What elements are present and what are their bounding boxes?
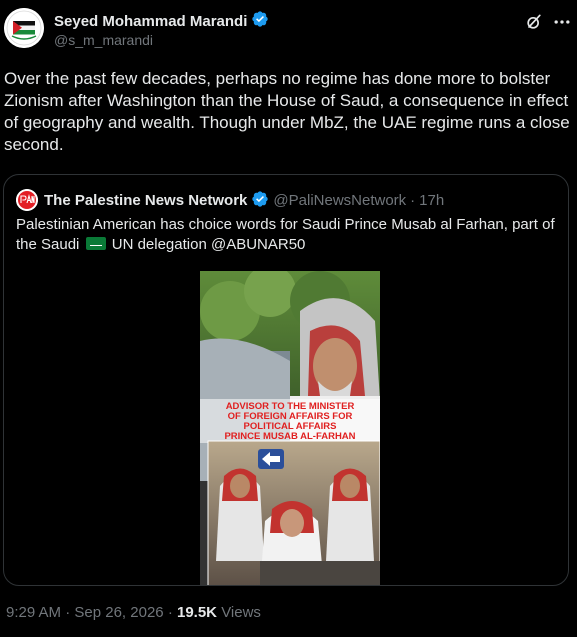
quoted-author-name[interactable]: The Palestine News Network <box>44 192 247 209</box>
author-name-row: Seyed Mohammad Marandi <box>54 10 269 33</box>
more-options-icon[interactable] <box>552 12 572 32</box>
author-avatar[interactable] <box>4 8 44 48</box>
video-frame: ADVISOR TO THE MINISTER OF FOREIGN AFFAI… <box>200 271 380 585</box>
verified-badge-icon <box>251 10 269 33</box>
quoted-separator: · <box>410 191 416 209</box>
saudi-flag-emoji-icon <box>85 237 106 250</box>
meta-separator: · <box>65 604 71 621</box>
views-count: 19.5K <box>176 604 218 621</box>
quoted-author-avatar[interactable] <box>16 189 38 211</box>
tweet-date[interactable]: Sep 26, 2026 <box>74 604 163 621</box>
quoted-tweet-header: The Palestine News Network @PaliNewsNetw… <box>16 189 444 211</box>
quoted-tweet[interactable]: The Palestine News Network @PaliNewsNetw… <box>3 174 569 586</box>
quoted-timestamp[interactable]: 17h <box>419 192 444 209</box>
quoted-video[interactable]: ADVISOR TO THE MINISTER OF FOREIGN AFFAI… <box>200 271 380 585</box>
quoted-author-handle: @PaliNewsNetwork <box>273 191 407 209</box>
author-display-name[interactable]: Seyed Mohammad Marandi <box>54 13 247 30</box>
video-caption-line-4: PRINCE MUSAB AL-FARHAN <box>224 431 355 442</box>
author-handle[interactable]: @s_m_marandi <box>54 32 153 48</box>
tweet-text: Over the past few decades, perhaps no re… <box>4 69 570 154</box>
meta-separator-2: · <box>167 604 173 621</box>
tweet: Seyed Mohammad Marandi @s_m_marandi Over… <box>0 0 577 637</box>
views-label: Views <box>221 604 261 621</box>
grok-icon[interactable] <box>524 12 544 32</box>
quoted-verified-badge-icon <box>251 190 269 210</box>
tweet-meta: 9:29 AM · Sep 26, 2026 · 19.5K Views <box>6 604 261 621</box>
quoted-tweet-text: Palestinian American has choice words fo… <box>16 215 556 255</box>
tweet-time[interactable]: 9:29 AM <box>6 604 61 621</box>
quoted-text-part-2: UN delegation @ABUNAR50 <box>111 236 306 253</box>
